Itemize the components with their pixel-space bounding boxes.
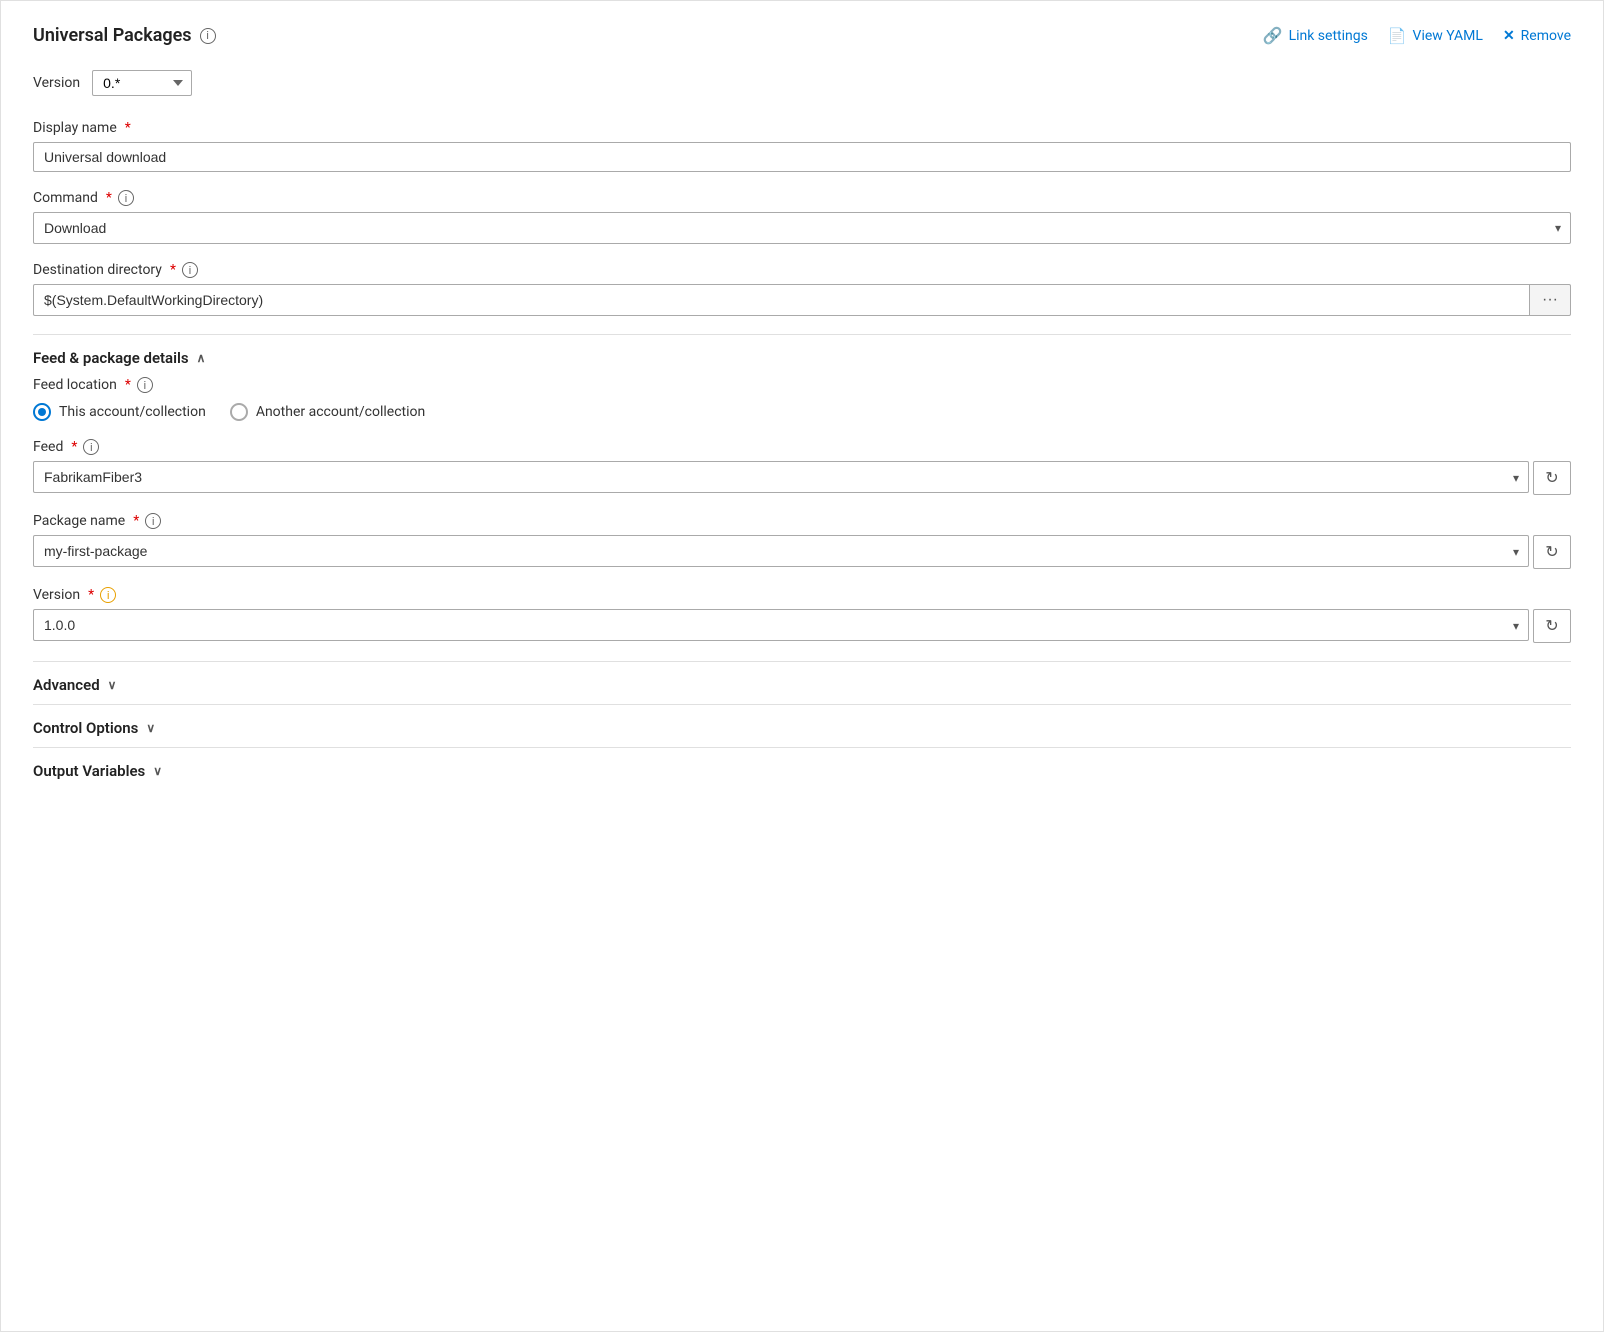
display-name-label: Display name xyxy=(33,120,117,136)
feed-location-info-icon[interactable]: i xyxy=(137,377,153,393)
destination-directory-required: * xyxy=(170,262,176,278)
version-row-label: Version xyxy=(33,75,80,91)
advanced-section-title: Advanced xyxy=(33,676,100,694)
feed-label: Feed xyxy=(33,439,63,455)
feed-location-this-account-label: This account/collection xyxy=(59,404,206,420)
display-name-input[interactable] xyxy=(33,142,1571,172)
version-select[interactable]: 0.* 1.* 2.* xyxy=(92,70,192,96)
control-options-section-header[interactable]: Control Options ∨ xyxy=(33,704,1571,747)
command-label-row: Command * i xyxy=(33,190,1571,206)
version-field-select-wrapper: 1.0.0 ▾ xyxy=(33,609,1529,643)
command-group: Command * i Download Publish ▾ xyxy=(33,190,1571,244)
control-options-chevron-down-icon: ∨ xyxy=(146,721,155,735)
link-settings-icon: 🔗 xyxy=(1263,26,1283,45)
header-left: Universal Packages i xyxy=(33,25,216,46)
version-field-refresh-button[interactable]: ↻ xyxy=(1533,609,1571,643)
version-field-info-icon[interactable]: i xyxy=(100,587,116,603)
version-field-group: Version * i 1.0.0 ▾ ↻ xyxy=(33,587,1571,643)
destination-directory-browse-button[interactable]: ··· xyxy=(1530,284,1571,316)
title-info-icon[interactable]: i xyxy=(200,28,216,44)
destination-directory-info-icon[interactable]: i xyxy=(182,262,198,278)
advanced-chevron-down-icon: ∨ xyxy=(108,678,117,692)
command-label: Command xyxy=(33,190,98,206)
package-name-label-row: Package name * i xyxy=(33,513,1571,529)
command-select[interactable]: Download Publish xyxy=(33,212,1571,244)
version-row: Version 0.* 1.* 2.* xyxy=(33,70,1571,96)
feed-package-section-title: Feed & package details xyxy=(33,349,189,367)
view-yaml-label: View YAML xyxy=(1413,28,1483,44)
version-field-row: 1.0.0 ▾ ↻ xyxy=(33,609,1571,643)
feed-info-icon[interactable]: i xyxy=(83,439,99,455)
destination-directory-group: Destination directory * i ··· xyxy=(33,262,1571,316)
feed-package-section-header[interactable]: Feed & package details ∧ xyxy=(33,334,1571,377)
output-variables-section-title: Output Variables xyxy=(33,762,145,780)
package-name-label: Package name xyxy=(33,513,125,529)
version-field-label: Version xyxy=(33,587,80,603)
version-field-label-row: Version * i xyxy=(33,587,1571,603)
view-yaml-icon: 📄 xyxy=(1388,27,1407,45)
package-name-select[interactable]: my-first-package xyxy=(33,535,1529,567)
package-name-select-wrapper: my-first-package ▾ xyxy=(33,535,1529,569)
version-field-required: * xyxy=(88,587,94,603)
feed-location-this-account[interactable]: This account/collection xyxy=(33,403,206,421)
feed-location-group: Feed location * i This account/collectio… xyxy=(33,377,1571,421)
display-name-group: Display name * xyxy=(33,120,1571,172)
link-settings-label: Link settings xyxy=(1289,28,1368,44)
version-field-select[interactable]: 1.0.0 xyxy=(33,609,1529,641)
package-name-info-icon[interactable]: i xyxy=(145,513,161,529)
remove-icon: ✕ xyxy=(1503,28,1515,44)
page-title: Universal Packages xyxy=(33,25,192,46)
feed-location-this-account-radio[interactable] xyxy=(33,403,51,421)
destination-directory-input[interactable] xyxy=(33,284,1530,316)
main-container: Universal Packages i 🔗 Link settings 📄 V… xyxy=(0,0,1604,1332)
feed-required: * xyxy=(71,439,77,455)
command-info-icon[interactable]: i xyxy=(118,190,134,206)
output-variables-chevron-down-icon: ∨ xyxy=(153,764,162,778)
display-name-label-row: Display name * xyxy=(33,120,1571,136)
feed-location-another-account[interactable]: Another account/collection xyxy=(230,403,425,421)
remove-label: Remove xyxy=(1521,28,1571,44)
link-settings-button[interactable]: 🔗 Link settings xyxy=(1263,26,1368,45)
destination-directory-label-row: Destination directory * i xyxy=(33,262,1571,278)
feed-label-row: Feed * i xyxy=(33,439,1571,455)
feed-group: Feed * i FabrikamFiber3 ▾ ↻ xyxy=(33,439,1571,495)
package-name-group: Package name * i my-first-package ▾ ↻ xyxy=(33,513,1571,569)
output-variables-section-header[interactable]: Output Variables ∨ xyxy=(33,747,1571,790)
command-select-wrapper: Download Publish ▾ xyxy=(33,212,1571,244)
feed-row: FabrikamFiber3 ▾ ↻ xyxy=(33,461,1571,495)
package-name-row: my-first-package ▾ ↻ xyxy=(33,535,1571,569)
feed-select[interactable]: FabrikamFiber3 xyxy=(33,461,1529,493)
advanced-section-header[interactable]: Advanced ∨ xyxy=(33,661,1571,704)
feed-refresh-button[interactable]: ↻ xyxy=(1533,461,1571,495)
feed-package-chevron-up-icon: ∧ xyxy=(197,351,206,365)
display-name-required: * xyxy=(125,120,131,136)
header: Universal Packages i 🔗 Link settings 📄 V… xyxy=(33,25,1571,46)
header-actions: 🔗 Link settings 📄 View YAML ✕ Remove xyxy=(1263,26,1571,45)
feed-location-label: Feed location xyxy=(33,377,117,393)
destination-directory-row: ··· xyxy=(33,284,1571,316)
package-name-required: * xyxy=(133,513,139,529)
feed-location-options-row: This account/collection Another account/… xyxy=(33,403,1571,421)
destination-directory-label: Destination directory xyxy=(33,262,162,278)
feed-location-this-account-dot xyxy=(38,408,46,416)
view-yaml-button[interactable]: 📄 View YAML xyxy=(1388,27,1483,45)
feed-select-wrapper: FabrikamFiber3 ▾ xyxy=(33,461,1529,495)
feed-location-another-account-radio[interactable] xyxy=(230,403,248,421)
feed-location-another-account-label: Another account/collection xyxy=(256,404,425,420)
command-required: * xyxy=(106,190,112,206)
feed-location-label-row: Feed location * i xyxy=(33,377,1571,393)
feed-location-required: * xyxy=(125,377,131,393)
package-name-refresh-button[interactable]: ↻ xyxy=(1533,535,1571,569)
control-options-section-title: Control Options xyxy=(33,719,138,737)
remove-button[interactable]: ✕ Remove xyxy=(1503,28,1571,44)
